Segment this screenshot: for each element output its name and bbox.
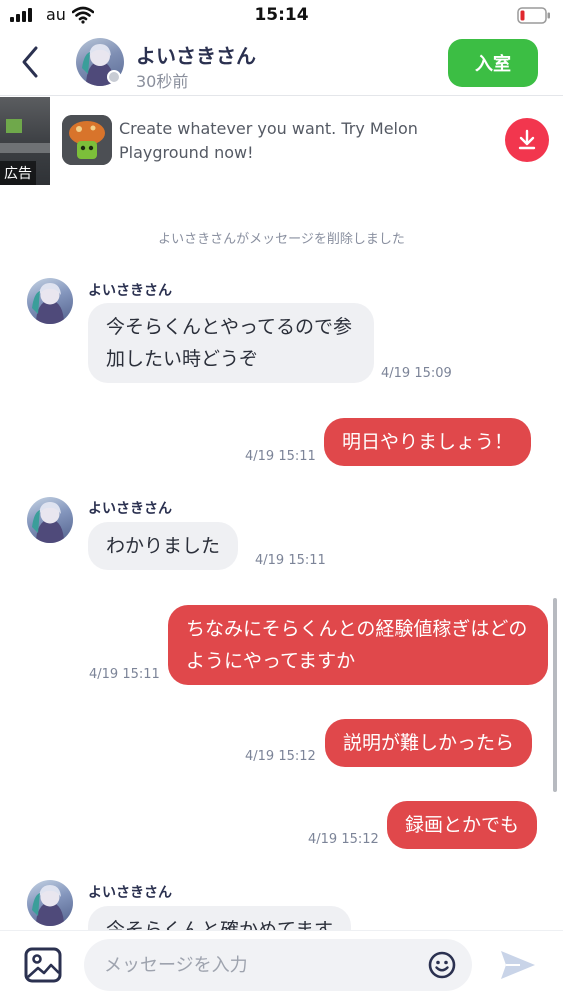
avatar[interactable] <box>27 497 73 543</box>
message-bubble[interactable]: 今そらくんとやってるので参加したい時どうぞ <box>88 303 374 383</box>
ad-download-button[interactable] <box>505 118 549 162</box>
user-avatar-icon <box>32 885 64 926</box>
user-avatar-icon <box>32 502 64 543</box>
chat-header: よいさきさん 30秒前 入室 <box>0 32 563 96</box>
sender-name: よいさきさん <box>88 885 172 901</box>
message-timestamp: 4/19 15:11 <box>245 449 316 464</box>
sender-name: よいさきさん <box>88 501 172 517</box>
message-timestamp: 4/19 15:11 <box>89 667 160 682</box>
ad-text[interactable]: Create whatever you want. Try Melon Play… <box>119 117 489 165</box>
ad-badge: 広告 <box>0 161 36 185</box>
last-seen: 30秒前 <box>136 72 189 91</box>
image-attach-button[interactable] <box>23 946 63 984</box>
message-input-bar <box>0 930 563 1000</box>
send-button[interactable] <box>498 947 538 983</box>
enter-room-button[interactable]: 入室 <box>448 39 538 87</box>
sender-name: よいさきさん <box>88 283 172 299</box>
status-bar: au 15:14 <box>0 0 563 32</box>
emoji-button[interactable] <box>428 951 456 979</box>
ad-thumbnail[interactable]: 広告 <box>0 97 50 185</box>
system-message: よいさきさんがメッセージを削除しました <box>158 232 405 247</box>
avatar[interactable] <box>27 880 73 926</box>
scrollbar[interactable] <box>553 598 557 792</box>
message-timestamp: 4/19 15:12 <box>245 749 316 764</box>
battery-icon <box>517 7 550 24</box>
melon-playground-icon <box>62 115 112 165</box>
message-timestamp: 4/19 15:11 <box>255 553 326 568</box>
message-bubble[interactable]: ちなみにそらくんとの経験値稼ぎはどのようにやってますか <box>168 605 548 685</box>
ad-banner[interactable]: 広告 Create whatever you want. Try Melon P… <box>0 97 563 185</box>
message-bubble[interactable]: 明日やりましょう！ <box>324 418 532 466</box>
back-button[interactable] <box>14 42 48 82</box>
message-timestamp: 4/19 15:12 <box>308 832 379 847</box>
message-input[interactable] <box>84 939 472 991</box>
avatar[interactable] <box>27 278 73 324</box>
ad-app-icon[interactable] <box>62 115 112 165</box>
download-icon <box>518 129 536 150</box>
message-bubble[interactable]: わかりました <box>88 522 239 570</box>
message-timestamp: 4/19 15:09 <box>381 366 452 381</box>
clock: 15:14 <box>254 5 309 25</box>
message-bubble[interactable]: 録画とかでも <box>387 801 538 849</box>
user-avatar-icon <box>32 283 64 324</box>
chat-partner-name: よいさきさん <box>136 44 256 68</box>
message-bubble[interactable]: 説明が難しかったら <box>325 719 533 767</box>
online-status-indicator <box>107 70 121 84</box>
